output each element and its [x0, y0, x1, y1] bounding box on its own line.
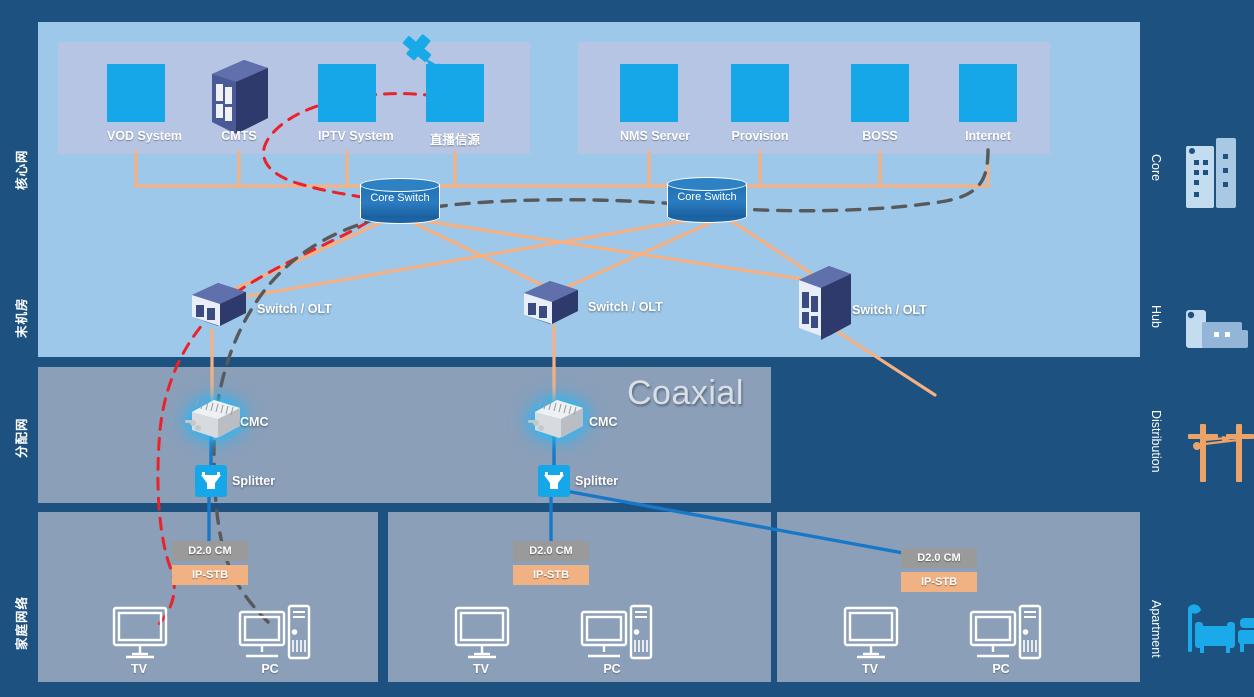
device-label: IPTV System	[318, 129, 394, 143]
rail-label-distribution-network: 分配网	[15, 417, 29, 458]
endpoint-label-pc-2: PC	[603, 662, 621, 676]
splitter-2[interactable]	[538, 465, 570, 497]
living-room-furniture-icon	[1188, 604, 1254, 653]
rail-label-hub: Hub	[1149, 305, 1163, 328]
cmc-amplifier-icon	[185, 399, 240, 438]
hub-building-icon	[1186, 310, 1248, 348]
core-switch-2[interactable]: Core Switch	[667, 177, 747, 223]
rail-label-core-network: 核心网	[15, 149, 29, 190]
tv-monitor-icon	[454, 606, 510, 659]
device-label: NMS Server	[620, 129, 691, 143]
provisioning-server-icon-tile	[731, 64, 789, 122]
stb-chip-2[interactable]: IP-STB	[513, 565, 589, 585]
switch-olt-label-3: Switch / OLT	[852, 303, 927, 317]
switch-olt-label-1: Switch / OLT	[257, 302, 332, 316]
device-label: CMTS	[221, 129, 257, 143]
coaxial-title: Coaxial	[627, 374, 744, 412]
device-label: BOSS	[862, 129, 898, 143]
rail-label-distribution: Distribution	[1149, 410, 1163, 473]
cm-chip-2[interactable]: D2.0 CM	[513, 541, 589, 561]
device-internet[interactable]: Internet	[959, 64, 1017, 143]
tv-monitor-icon	[843, 606, 899, 659]
device-cmts[interactable]: CMTS	[210, 64, 268, 143]
switch-olt-label-2: Switch / OLT	[588, 300, 663, 314]
media-server-play-icon-tile	[318, 64, 376, 122]
internet-globe-icon-tile	[959, 64, 1017, 122]
rail-label-hub-room: 末机房	[15, 297, 29, 338]
rail-label-home-network: 家庭网络	[15, 595, 29, 650]
switch-olt-3d-icon	[524, 281, 578, 324]
rail-label-core: Core	[1149, 154, 1163, 182]
endpoint-label-tv-1: TV	[131, 662, 147, 676]
switch-olt-3d-icon	[799, 266, 851, 340]
device-label: Internet	[965, 129, 1011, 143]
database-stack-icon-tile	[426, 64, 484, 122]
device-iptv-system[interactable]: IPTV System	[318, 64, 394, 143]
tv-monitor-icon	[112, 606, 168, 659]
stb-chip-3[interactable]: IP-STB	[901, 572, 977, 592]
endpoint-label-tv-2: TV	[473, 662, 489, 676]
desktop-pc-icon	[238, 604, 311, 660]
device-label: 直播信源	[429, 133, 480, 147]
desktop-pc-icon	[580, 604, 653, 660]
core-switch-1[interactable]: Core Switch	[360, 178, 440, 224]
splitter-label-1: Splitter	[232, 474, 276, 488]
cylinder-top	[667, 177, 747, 191]
globe-network-icon-tile	[107, 64, 165, 122]
desktop-pc-icon	[969, 604, 1042, 660]
switch-olt-3d-icon	[192, 283, 246, 326]
device-label: Provision	[731, 129, 789, 143]
cmc-label-1: CMC	[240, 415, 269, 429]
endpoint-label-tv-3: TV	[862, 662, 878, 676]
device-nms-server[interactable]: NMS Server	[620, 64, 690, 143]
device-live-source[interactable]: 直播信源	[426, 64, 484, 148]
device-label: VOD System	[107, 129, 183, 143]
device-boss[interactable]: BOSS	[851, 64, 909, 143]
cmc-label-2: CMC	[589, 415, 618, 429]
boss-laptop-sync-icon-tile	[851, 64, 909, 122]
cm-chip-1[interactable]: D2.0 CM	[172, 541, 248, 561]
nms-server-icon-tile	[620, 64, 678, 122]
device-provision[interactable]: Provision	[731, 64, 789, 143]
endpoint-label-pc-3: PC	[992, 662, 1010, 676]
splitter-label-2: Splitter	[575, 474, 619, 488]
stb-chip-1[interactable]: IP-STB	[172, 565, 248, 585]
splitter-icon	[538, 465, 570, 497]
cm-chip-3[interactable]: D2.0 CM	[901, 548, 977, 568]
cylinder-top	[360, 178, 440, 192]
office-building-icon	[1186, 138, 1236, 208]
core-switch-label: Core Switch	[677, 191, 737, 203]
rail-label-apartment: Apartment	[1149, 600, 1163, 658]
splitter-icon	[195, 465, 227, 497]
utility-pole-icon	[1188, 424, 1254, 482]
core-switch-label: Core Switch	[370, 192, 430, 204]
cmc-amplifier-icon	[528, 399, 583, 438]
device-vod-system[interactable]: VOD System	[107, 64, 182, 143]
splitter-1[interactable]	[195, 465, 227, 497]
endpoint-label-pc-1: PC	[261, 662, 279, 676]
